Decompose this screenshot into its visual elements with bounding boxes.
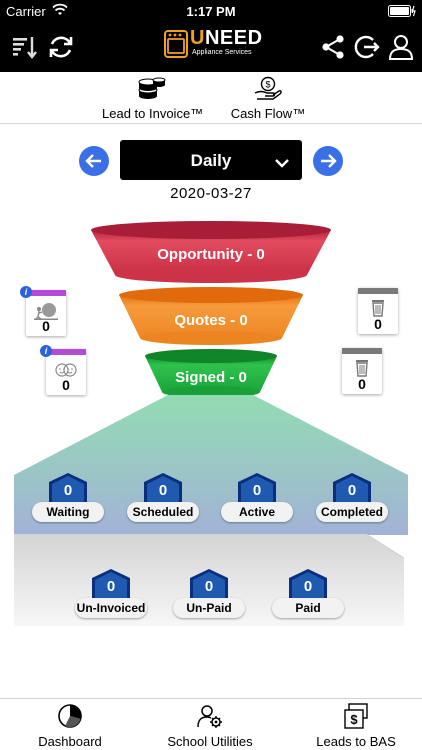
active-count: 0 — [252, 482, 262, 499]
clock: 1:17 PM — [186, 4, 236, 19]
card-top-bar — [26, 290, 66, 296]
profile-icon[interactable] — [386, 32, 416, 62]
brand-tagline: Appliance Services — [192, 49, 252, 56]
job-status-waiting[interactable]: 0 Waiting — [32, 472, 104, 524]
previous-period-button[interactable] — [79, 146, 109, 176]
tab-school-utilities[interactable]: School Utilities — [160, 703, 260, 749]
brand-rest: NEED — [204, 27, 263, 49]
svg-text:$: $ — [265, 80, 270, 90]
tab-cash-flow[interactable]: $ Cash Flow™ — [228, 76, 308, 121]
app-header: UNEED Appliance Services — [0, 22, 422, 72]
dollar-document-icon: $ — [343, 703, 369, 732]
tab-leads-to-bas[interactable]: $ Leads to BAS — [306, 703, 406, 749]
svg-text:$: $ — [350, 712, 358, 727]
hand-dollar-icon: $ — [253, 76, 283, 105]
card-top-bar — [358, 288, 398, 294]
bottom-tab-bar: Dashboard School Utilities $ Leads to BA… — [0, 698, 422, 750]
period-selector-row: Daily — [0, 140, 422, 182]
brand-first-letter: U — [190, 27, 205, 49]
sort-icon[interactable] — [10, 32, 40, 62]
quotes-pending-card[interactable]: i 0 — [20, 286, 66, 336]
stove-icon — [164, 30, 188, 63]
job-status-scheduled[interactable]: 0 Scheduled — [127, 472, 199, 524]
tab-lead-to-invoice[interactable]: Lead to Invoice™ — [102, 76, 204, 121]
tab-cash-flow-label: Cash Flow™ — [230, 106, 306, 121]
status-bar: Carrier 1:17 PM — [0, 0, 422, 22]
paid-label: Paid — [272, 598, 344, 618]
un-invoiced-count: 0 — [106, 578, 116, 595]
share-icon[interactable] — [318, 32, 348, 62]
battery-icon — [388, 5, 416, 20]
signed-pending-card[interactable]: i 0 — [40, 345, 86, 395]
tab-dashboard-label: Dashboard — [38, 734, 102, 749]
tab-school-utilities-label: School Utilities — [167, 734, 253, 749]
waiting-label: Waiting — [32, 502, 104, 522]
pie-chart-icon — [57, 704, 83, 732]
tab-dashboard[interactable]: Dashboard — [30, 703, 110, 749]
quotes-deleted-count: 0 — [374, 316, 382, 332]
completed-count: 0 — [347, 482, 357, 499]
signed-deleted-card[interactable]: 0 — [342, 348, 382, 394]
user-gear-icon — [197, 705, 223, 732]
invoice-status-un-invoiced[interactable]: 0 Un-Invoiced — [75, 568, 147, 620]
brand-name: UNEED — [190, 27, 263, 50]
arrow-left-icon — [79, 154, 109, 180]
scheduled-count: 0 — [158, 482, 168, 499]
signed-pending-count: 0 — [62, 377, 70, 393]
period-date: 2020-03-27 — [170, 185, 252, 202]
un-invoiced-label: Un-Invoiced — [75, 598, 147, 618]
job-status-completed[interactable]: 0 Completed — [316, 472, 388, 524]
quotes-deleted-card[interactable]: 0 — [358, 288, 398, 334]
logout-icon[interactable] — [352, 32, 382, 62]
invoice-status-un-paid[interactable]: 0 Un-Paid — [173, 568, 245, 620]
card-top-bar — [342, 348, 382, 354]
job-status-active[interactable]: 0 Active — [221, 472, 293, 524]
scheduled-label: Scheduled — [127, 502, 199, 522]
opportunity-label: Opportunity - 0 — [157, 246, 265, 263]
coins-stack-icon — [137, 77, 167, 105]
info-icon[interactable]: i — [40, 345, 52, 357]
completed-label: Completed — [316, 502, 388, 522]
signed-deleted-count: 0 — [358, 376, 366, 392]
quotes-pending-count: 0 — [42, 318, 50, 334]
tab-leads-to-bas-label: Leads to BAS — [316, 734, 396, 749]
uneed-logo: UNEED Appliance Services — [164, 27, 263, 64]
waiting-count: 0 — [63, 482, 73, 499]
period-dropdown[interactable]: Daily — [120, 140, 302, 180]
paid-count: 0 — [303, 578, 313, 595]
card-top-bar — [46, 349, 86, 355]
info-icon[interactable]: i — [20, 286, 32, 298]
arrow-right-icon — [313, 154, 343, 180]
un-paid-count: 0 — [204, 578, 214, 595]
un-paid-label: Un-Paid — [173, 598, 245, 618]
chevron-down-icon — [274, 154, 290, 174]
top-nav: Lead to Invoice™ $ Cash Flow™ — [0, 72, 422, 124]
refresh-icon[interactable] — [46, 32, 76, 62]
active-label: Active — [221, 502, 293, 522]
tab-lead-to-invoice-label: Lead to Invoice™ — [102, 106, 204, 121]
invoice-status-paid[interactable]: 0 Paid — [272, 568, 344, 620]
next-period-button[interactable] — [313, 146, 343, 176]
